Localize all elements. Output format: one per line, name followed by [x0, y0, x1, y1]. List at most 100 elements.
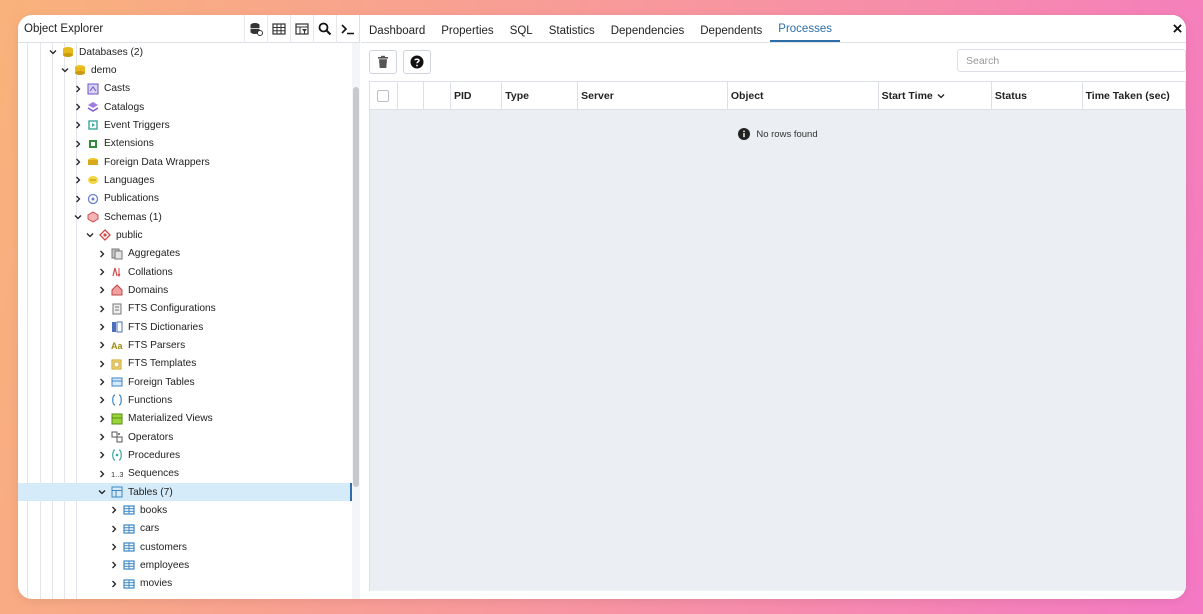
tree-item-label: Procedures [128, 449, 181, 461]
chevron-right-icon[interactable] [73, 157, 83, 167]
action-column[interactable] [424, 82, 451, 110]
tab-dependents[interactable]: Dependents [692, 15, 770, 42]
tree-item-fts-dictionaries[interactable]: FTS Dictionaries [18, 318, 352, 336]
tree-item-label: Publications [104, 193, 159, 205]
column-header-server[interactable]: Server [578, 82, 728, 110]
column-header-object[interactable]: Object [728, 82, 879, 110]
tree-item-functions[interactable]: Functions [18, 391, 352, 409]
tree-scrollbar-thumb[interactable] [353, 87, 359, 487]
psql-tool-button[interactable] [336, 15, 359, 43]
tree-item-foreign-tables[interactable]: Foreign Tables [18, 373, 352, 391]
chevron-right-icon[interactable] [97, 249, 107, 259]
chevron-right-icon[interactable] [97, 304, 107, 314]
chevron-right-icon[interactable] [97, 340, 107, 350]
tree-item-fts-parsers[interactable]: Aa FTS Parsers [18, 336, 352, 354]
column-header-type[interactable]: Type [502, 82, 579, 110]
chevron-right-icon[interactable] [97, 395, 107, 405]
chevron-right-icon[interactable] [97, 414, 107, 424]
tree-item-extensions[interactable]: Extensions [18, 135, 352, 153]
chevron-right-icon[interactable] [109, 524, 119, 534]
tree-item-aggregates[interactable]: Aggregates [18, 245, 352, 263]
tab-dashboard[interactable]: Dashboard [361, 15, 433, 42]
filtered-rows-button[interactable] [290, 15, 313, 43]
tree-item-tables[interactable]: Tables (7) [18, 482, 352, 502]
tree-item-movies[interactable]: movies [18, 575, 352, 593]
tree-item-collations[interactable]: Collations [18, 263, 352, 281]
column-header-start-time[interactable]: Start Time [879, 82, 992, 110]
tree-item-databases[interactable]: Databases (2) [18, 43, 352, 61]
tree-item-casts[interactable]: Casts [18, 80, 352, 98]
chevron-right-icon[interactable] [109, 560, 119, 570]
tree-item-languages[interactable]: Languages [18, 171, 352, 189]
tree-item-foreign-data-wrappers[interactable]: Foreign Data Wrappers [18, 153, 352, 171]
chevron-right-icon[interactable] [73, 120, 83, 130]
tree-item-sequences[interactable]: 1..3 Sequences [18, 465, 352, 483]
close-panel-button[interactable] [1170, 21, 1184, 35]
extensions-icon [87, 138, 99, 150]
tree-item-publications[interactable]: Publications [18, 190, 352, 208]
help-button[interactable] [403, 49, 431, 74]
select-all-column[interactable] [370, 82, 398, 110]
chevron-right-icon[interactable] [97, 267, 107, 277]
tab-sql[interactable]: SQL [502, 15, 541, 42]
tree-item-books[interactable]: books [18, 501, 352, 519]
chevron-down-icon[interactable] [85, 230, 95, 240]
chevron-right-icon[interactable] [97, 377, 107, 387]
tree-item-fts-configurations[interactable]: FTS Configurations [18, 300, 352, 318]
grid-header: PID Type Server Object Start Time Status Time … [370, 82, 1186, 110]
chevron-right-icon[interactable] [97, 450, 107, 460]
tree-item-event-triggers[interactable]: Event Triggers [18, 116, 352, 134]
chevron-down-icon[interactable] [97, 487, 107, 497]
chevron-right-icon[interactable] [97, 322, 107, 332]
chevron-right-icon[interactable] [73, 84, 83, 94]
tab-properties[interactable]: Properties [433, 15, 501, 42]
column-header-label: Type [505, 90, 529, 102]
event-triggers-icon [87, 119, 99, 131]
tree-item-operators[interactable]: Operators [18, 428, 352, 446]
chevron-down-icon[interactable] [48, 47, 58, 57]
tree-item-customers[interactable]: customers [18, 538, 352, 556]
search-input[interactable]: Search [957, 49, 1186, 72]
chevron-right-icon[interactable] [97, 469, 107, 479]
tree-item-cars[interactable]: cars [18, 520, 352, 538]
select-all-checkbox[interactable] [377, 90, 389, 102]
terminal-icon [341, 23, 354, 34]
tree-item-materialized-views[interactable]: Materialized Views [18, 410, 352, 428]
chevron-right-icon[interactable] [97, 359, 107, 369]
info-icon [738, 128, 751, 140]
table-icon [123, 523, 135, 535]
tree-scrollbar[interactable] [352, 43, 360, 599]
tree-item-schemas[interactable]: Schemas (1) [18, 208, 352, 226]
column-header-time-taken[interactable]: Time Taken (sec) [1083, 82, 1186, 110]
chevron-right-icon[interactable] [73, 194, 83, 204]
tree-item-catalogs[interactable]: Catalogs [18, 98, 352, 116]
chevron-right-icon[interactable] [97, 432, 107, 442]
chevron-right-icon[interactable] [73, 102, 83, 112]
chevron-right-icon[interactable] [109, 579, 119, 589]
tree-item-public[interactable]: public [18, 226, 352, 244]
tree-item-domains[interactable]: Domains [18, 281, 352, 299]
view-data-button[interactable] [267, 15, 290, 43]
action-column[interactable] [398, 82, 425, 110]
search-objects-button[interactable] [313, 15, 336, 43]
tree-item-procedures[interactable]: Procedures [18, 446, 352, 464]
chevron-right-icon[interactable] [73, 139, 83, 149]
tree-item-employees[interactable]: employees [18, 556, 352, 574]
chevron-right-icon[interactable] [109, 505, 119, 515]
query-tool-button[interactable] [244, 15, 267, 43]
chevron-down-icon[interactable] [73, 212, 83, 222]
chevron-right-icon[interactable] [97, 285, 107, 295]
tree-item-fts-templates[interactable]: FTS Templates [18, 355, 352, 373]
tab-processes[interactable]: Processes [770, 15, 840, 42]
collations-icon [111, 266, 123, 278]
column-header-status[interactable]: Status [992, 82, 1083, 110]
tab-statistics[interactable]: Statistics [541, 15, 603, 42]
column-header-pid[interactable]: PID [451, 82, 503, 110]
chevron-down-icon[interactable] [60, 65, 70, 75]
tree-item-demo[interactable]: demo [18, 61, 352, 79]
chevron-right-icon[interactable] [109, 542, 119, 552]
sort-desc-icon[interactable] [937, 92, 945, 100]
delete-button[interactable] [369, 49, 397, 74]
chevron-right-icon[interactable] [73, 175, 83, 185]
tab-dependencies[interactable]: Dependencies [603, 15, 693, 42]
